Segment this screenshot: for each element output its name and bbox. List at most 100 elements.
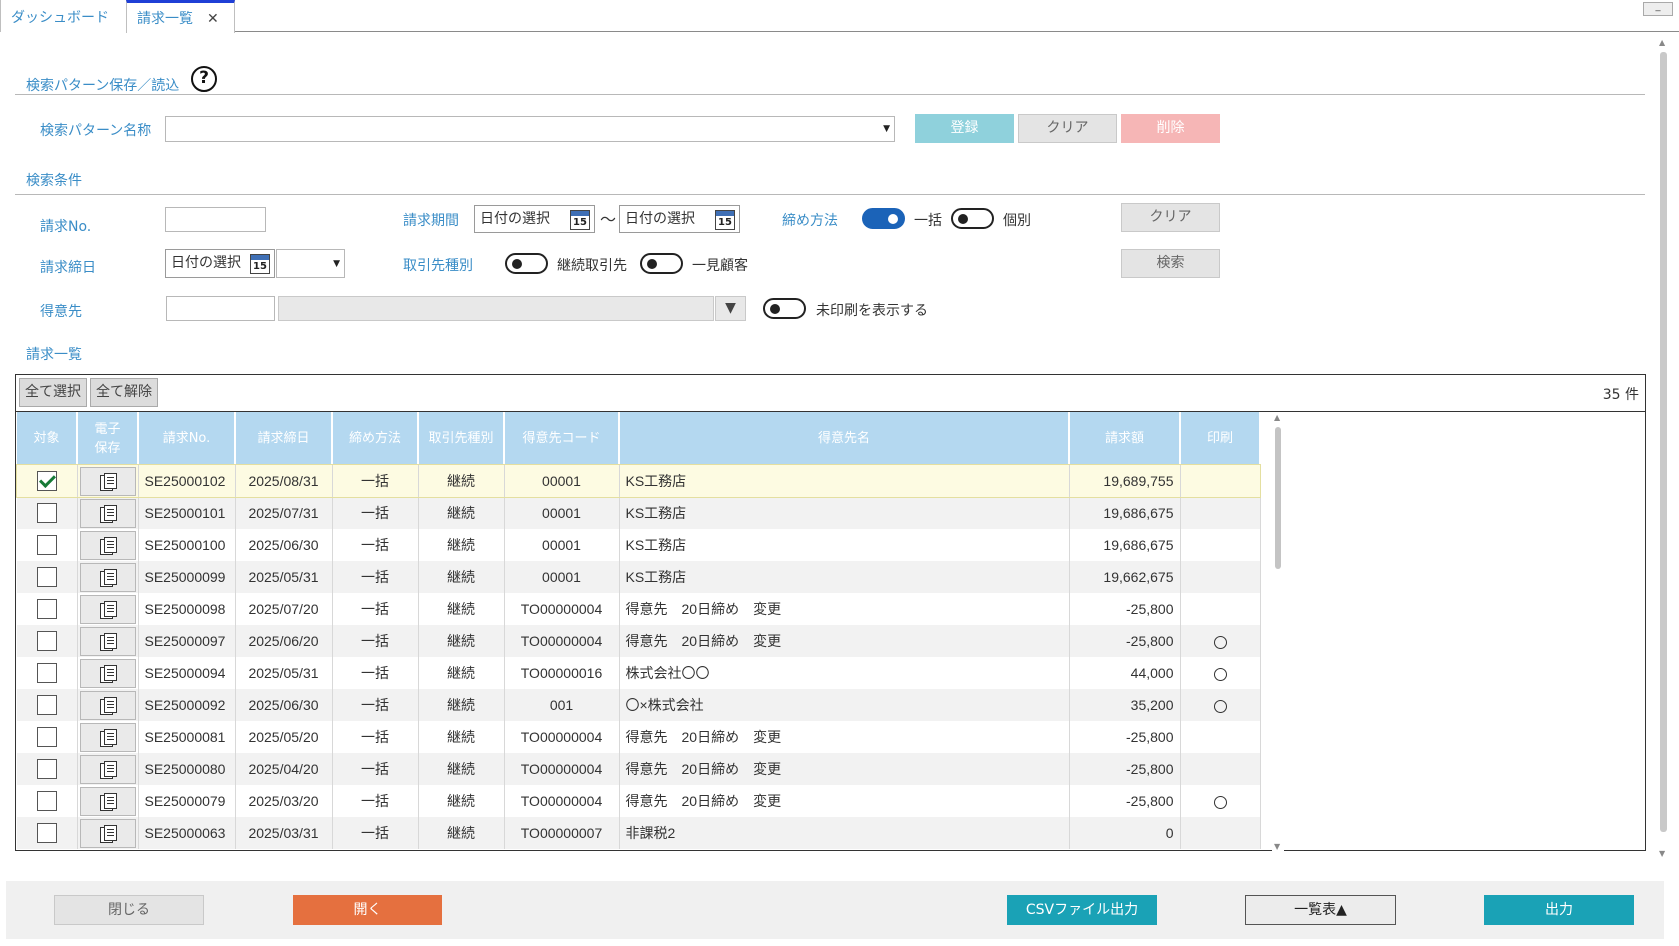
tab-invoice-list[interactable]: 請求一覧 ✕	[126, 0, 235, 33]
closing-individual-toggle[interactable]	[951, 208, 994, 229]
table-row[interactable]: SE25000063 2025/03/31 一括 継続 TO00000007 非課税2 0	[17, 817, 1261, 849]
calendar-icon[interactable]: 15	[250, 254, 270, 274]
tab-dashboard[interactable]: ダッシュボード	[0, 0, 127, 32]
closing-bulk-toggle[interactable]	[862, 208, 905, 229]
delete-button[interactable]: 削除	[1121, 114, 1220, 143]
closing-date-cell: 2025/08/31	[235, 465, 333, 497]
e-storage-button[interactable]	[79, 498, 136, 528]
row-checkbox[interactable]	[36, 759, 57, 779]
invoice-grid: 全て選択 全て解除 35 件 対象 電子 保存 請求No. 請求締日 締め方法 取引先種別…	[15, 374, 1646, 851]
header-col-customer-code[interactable]: 得意先コード	[504, 412, 620, 465]
closing-date-picker[interactable]: 日付の選択 15	[165, 249, 275, 278]
e-storage-button[interactable]	[79, 626, 136, 656]
period-from-date[interactable]: 日付の選択 15	[474, 205, 595, 233]
header-col-closing-date[interactable]: 請求締日	[235, 412, 333, 465]
deselect-all-button[interactable]: 全て解除	[90, 378, 158, 407]
row-checkbox[interactable]	[36, 535, 57, 555]
search-button[interactable]: 検索	[1121, 249, 1220, 278]
closing-date-cell: 2025/07/20	[235, 593, 333, 625]
row-checkbox[interactable]	[36, 631, 57, 651]
customer-name-cell: 得意先 20日締め 変更	[619, 753, 1070, 785]
table-row[interactable]: SE25000080 2025/04/20 一括 継続 TO00000004 得意先 20…	[17, 753, 1261, 785]
table-row[interactable]: SE25000097 2025/06/20 一括 継続 TO00000004 得意先 20…	[17, 625, 1261, 657]
table-row[interactable]: SE25000092 2025/06/30 一括 継続 001 〇×株式会社 35,200	[17, 689, 1261, 721]
e-storage-button[interactable]	[79, 562, 136, 592]
row-checkbox[interactable]	[36, 791, 57, 811]
print-cell	[1180, 753, 1261, 785]
row-checkbox[interactable]	[36, 503, 57, 523]
close-icon[interactable]: ✕	[207, 11, 219, 27]
target-cell	[17, 785, 78, 817]
table-row[interactable]: SE25000102 2025/08/31 一括 継続 00001 KS工務店 19,689…	[16, 464, 1261, 498]
closing-date-select[interactable]: ▼	[276, 249, 345, 278]
minimize-button[interactable]: _	[1643, 2, 1673, 16]
scroll-down-icon[interactable]: ▼	[1659, 849, 1665, 858]
print-cell	[1180, 785, 1261, 817]
table-row[interactable]: SE25000098 2025/07/20 一括 継続 TO00000004 得意先 20…	[17, 593, 1261, 625]
partner-continuous-toggle[interactable]	[505, 253, 548, 274]
scrollbar-thumb[interactable]	[1275, 427, 1281, 569]
partner-type-cell: 継続	[418, 785, 505, 817]
table-row[interactable]: SE25000100 2025/06/30 一括 継続 00001 KS工務店 19,686…	[17, 529, 1261, 561]
scroll-up-icon[interactable]: ▲	[1274, 413, 1280, 422]
calendar-icon[interactable]: 15	[570, 210, 590, 230]
invoice-no-input[interactable]	[165, 207, 266, 232]
e-storage-button[interactable]	[79, 818, 136, 848]
header-col-print[interactable]: 印刷	[1180, 412, 1261, 465]
help-icon[interactable]: ?	[191, 66, 217, 92]
e-storage-cell	[77, 497, 139, 529]
e-storage-button[interactable]	[79, 754, 136, 784]
e-storage-button[interactable]	[79, 594, 136, 624]
e-storage-button[interactable]	[79, 690, 136, 720]
csv-export-button[interactable]: CSVファイル出力	[1007, 895, 1157, 925]
partner-walkin-toggle[interactable]	[640, 253, 683, 274]
customer-name-field[interactable]	[278, 296, 714, 321]
table-row[interactable]: SE25000079 2025/03/20 一括 継続 TO00000004 得意先 20…	[17, 785, 1261, 817]
e-storage-button[interactable]	[79, 722, 136, 752]
close-button[interactable]: 閉じる	[54, 895, 204, 925]
customer-code-input[interactable]	[166, 296, 275, 321]
closing-method-cell: 一括	[332, 721, 419, 753]
header-col-e-storage[interactable]: 電子 保存	[77, 412, 139, 465]
scroll-down-icon[interactable]: ▼	[1274, 842, 1280, 851]
table-row[interactable]: SE25000081 2025/05/20 一括 継続 TO00000004 得意先 20…	[17, 721, 1261, 753]
pattern-clear-button[interactable]: クリア	[1018, 114, 1117, 143]
list-print-button[interactable]: 一覧表▲	[1245, 895, 1396, 925]
show-unprinted-toggle[interactable]	[763, 298, 806, 319]
table-row[interactable]: SE25000101 2025/07/31 一括 継続 00001 KS工務店 19,686…	[17, 497, 1261, 529]
row-checkbox[interactable]	[36, 727, 57, 747]
row-checkbox[interactable]	[36, 471, 57, 491]
customer-dropdown-button[interactable]: ▼	[715, 296, 746, 321]
scroll-up-icon[interactable]: ▲	[1659, 38, 1665, 47]
period-to-date[interactable]: 日付の選択 15	[619, 205, 740, 233]
page-scrollbar[interactable]: ▲ ▼	[1656, 38, 1670, 858]
register-button[interactable]: 登録	[915, 114, 1014, 143]
row-checkbox[interactable]	[36, 695, 57, 715]
select-all-button[interactable]: 全て選択	[19, 378, 87, 407]
header-col-closing-method[interactable]: 締め方法	[332, 412, 419, 465]
header-col-partner-type[interactable]: 取引先種別	[418, 412, 505, 465]
e-storage-cell	[77, 817, 139, 849]
output-button[interactable]: 出力	[1484, 895, 1634, 925]
condition-clear-button[interactable]: クリア	[1121, 203, 1220, 232]
header-col-customer-name[interactable]: 得意先名	[619, 412, 1070, 465]
header-col-amount[interactable]: 請求額	[1069, 412, 1181, 465]
header-col-target[interactable]: 対象	[17, 412, 78, 465]
row-checkbox[interactable]	[36, 567, 57, 587]
header-col-invoice-no[interactable]: 請求No.	[138, 412, 236, 465]
row-checkbox[interactable]	[36, 823, 57, 843]
calendar-icon[interactable]: 15	[715, 210, 735, 230]
pattern-name-select[interactable]: ▼	[165, 116, 895, 142]
e-storage-button[interactable]	[79, 466, 136, 496]
open-button[interactable]: 開く	[293, 895, 442, 925]
grid-scrollbar[interactable]: ▲ ▼	[1272, 413, 1284, 851]
period-label: 請求期間	[403, 213, 459, 229]
e-storage-button[interactable]	[79, 658, 136, 688]
scrollbar-thumb[interactable]	[1660, 52, 1667, 832]
row-checkbox[interactable]	[36, 663, 57, 683]
table-row[interactable]: SE25000099 2025/05/31 一括 継続 00001 KS工務店 19,662…	[17, 561, 1261, 593]
e-storage-button[interactable]	[79, 786, 136, 816]
table-row[interactable]: SE25000094 2025/05/31 一括 継続 TO00000016 株式会社〇〇…	[17, 657, 1261, 689]
e-storage-button[interactable]	[79, 530, 136, 560]
row-checkbox[interactable]	[36, 599, 57, 619]
